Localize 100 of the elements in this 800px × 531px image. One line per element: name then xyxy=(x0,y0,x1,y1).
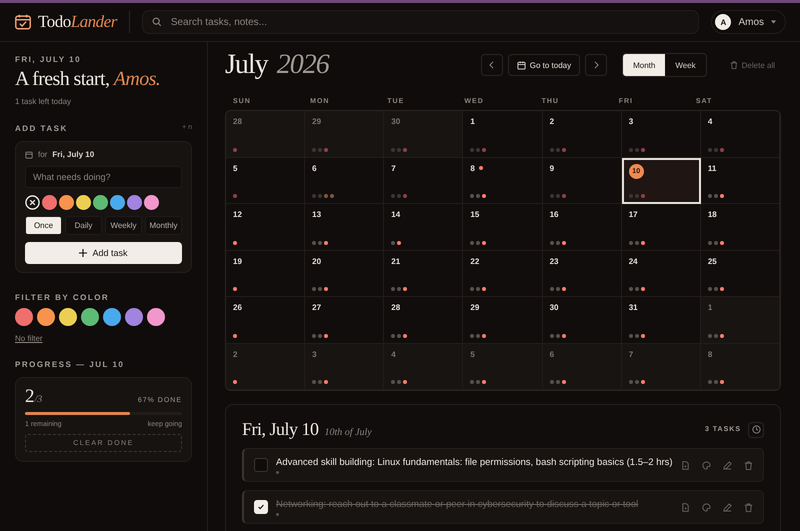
color-filter[interactable] xyxy=(59,308,77,326)
pencil-icon[interactable] xyxy=(723,502,732,512)
day-cell[interactable]: 5 xyxy=(226,158,306,204)
palette-icon[interactable] xyxy=(702,502,711,512)
day-cell[interactable]: 16 xyxy=(542,204,622,250)
date-label: FRI, JULY 10 xyxy=(15,55,82,64)
color-swatch[interactable] xyxy=(76,195,91,210)
history-button[interactable] xyxy=(748,422,764,438)
brand-name-accent: Lander xyxy=(70,12,117,32)
day-cell[interactable]: 4 xyxy=(700,111,780,158)
color-swatch[interactable] xyxy=(59,195,74,210)
day-cell[interactable]: 17 xyxy=(622,204,701,250)
day-number: 14 xyxy=(391,210,400,219)
repeat-option[interactable]: Once xyxy=(25,216,62,235)
search-field[interactable]: Search tasks, notes... xyxy=(142,10,700,34)
chevron-left-icon xyxy=(489,61,494,69)
tasks-left-text: 1 task left today xyxy=(15,97,72,106)
task-input[interactable]: What needs doing? xyxy=(25,166,182,188)
task-checkbox[interactable] xyxy=(254,458,268,472)
day-cell[interactable]: 23 xyxy=(542,250,622,297)
day-number: 28 xyxy=(233,117,242,126)
day-number: 4 xyxy=(391,350,396,358)
day-cell[interactable]: 1 xyxy=(463,111,543,158)
color-filter[interactable] xyxy=(147,308,165,326)
color-filter[interactable] xyxy=(37,308,55,326)
day-cell[interactable]: 22 xyxy=(463,250,543,297)
day-number: 20 xyxy=(312,256,322,266)
search-icon xyxy=(152,17,162,27)
day-cell[interactable]: 1 xyxy=(700,297,780,344)
trash-icon xyxy=(730,61,738,69)
color-swatch[interactable] xyxy=(93,195,108,210)
day-number: 30 xyxy=(391,117,400,126)
day-number: 13 xyxy=(312,210,322,219)
color-swatch[interactable] xyxy=(110,195,125,210)
day-number: 4 xyxy=(708,117,712,126)
day-cell[interactable]: 11 xyxy=(700,158,780,204)
day-number: 19 xyxy=(233,256,242,266)
go-to-today-button[interactable]: Go to today xyxy=(508,54,580,76)
calendar-check-icon xyxy=(14,13,32,31)
no-color-icon[interactable] xyxy=(25,195,40,210)
day-number: 3 xyxy=(312,350,317,358)
day-number: 15 xyxy=(470,210,480,219)
note-icon[interactable] xyxy=(681,502,690,512)
for-label: for xyxy=(38,150,48,159)
view-tab[interactable]: Month xyxy=(623,54,666,76)
day-cell[interactable]: 8 xyxy=(463,158,543,204)
day-number: 23 xyxy=(550,256,558,266)
year-title: 2026 xyxy=(276,49,329,81)
day-cell[interactable]: 7 xyxy=(384,158,464,204)
day-number: 28 xyxy=(391,303,400,312)
color-swatch[interactable] xyxy=(42,195,57,210)
day-cell[interactable]: 3 xyxy=(305,344,384,390)
color-filter[interactable] xyxy=(15,308,33,326)
repeat-option[interactable]: Weekly xyxy=(105,216,142,235)
day-cell[interactable]: 5 xyxy=(463,344,543,390)
day-cell[interactable]: 24 xyxy=(622,250,701,297)
day-cell[interactable]: 14 xyxy=(384,204,464,250)
day-cell[interactable]: 4 xyxy=(384,344,464,390)
caret-icon xyxy=(771,20,776,24)
day-cell[interactable]: 2 xyxy=(226,344,306,390)
repeat-option[interactable]: Monthly xyxy=(145,216,182,235)
day-cell[interactable]: 6 xyxy=(542,344,622,390)
check-icon xyxy=(257,503,265,511)
color-filter[interactable] xyxy=(103,308,121,326)
day-cell[interactable]: 20 xyxy=(305,250,384,297)
day-number: 11 xyxy=(708,164,716,172)
color-filter[interactable] xyxy=(125,308,143,326)
day-number: 8 xyxy=(708,350,712,358)
pencil-icon[interactable] xyxy=(723,460,732,470)
day-cell[interactable]: 13 xyxy=(305,204,384,250)
day-cell[interactable]: 18 xyxy=(700,204,780,250)
color-filter[interactable] xyxy=(81,308,99,326)
day-cell[interactable]: 2 xyxy=(542,111,622,158)
day-cell[interactable]: 7 xyxy=(622,344,701,390)
day-cell[interactable]: 29 xyxy=(305,111,384,158)
day-cell[interactable]: 30 xyxy=(384,111,464,158)
repeat-option[interactable]: Daily xyxy=(65,216,102,235)
palette-icon[interactable] xyxy=(702,460,711,470)
day-cell[interactable]: 28 xyxy=(226,111,306,158)
color-swatch[interactable] xyxy=(144,195,159,210)
avatar: A xyxy=(715,14,732,30)
day-cell[interactable]: 12 xyxy=(226,204,306,250)
day-cell[interactable]: 19 xyxy=(226,250,306,297)
add-task-button[interactable]: Add task xyxy=(25,242,182,264)
user-menu[interactable]: A Amos xyxy=(711,10,786,34)
day-cell[interactable]: 21 xyxy=(384,250,464,297)
trash-icon[interactable] xyxy=(744,502,753,512)
no-filter-link[interactable]: No filter xyxy=(15,334,192,343)
day-cell[interactable]: 15 xyxy=(463,204,543,250)
day-cell[interactable]: 8 xyxy=(700,344,780,390)
note-icon[interactable] xyxy=(681,460,690,470)
day-cell[interactable]: 6 xyxy=(305,158,384,204)
total-count: /3 xyxy=(34,394,42,405)
trash-icon[interactable] xyxy=(744,460,753,470)
day-number: 1 xyxy=(470,117,475,126)
day-number: 2 xyxy=(233,350,238,358)
view-tab[interactable]: Week xyxy=(665,54,706,76)
color-swatch[interactable] xyxy=(127,195,142,210)
day-number: 16 xyxy=(550,210,558,219)
day-number: 26 xyxy=(233,303,242,312)
